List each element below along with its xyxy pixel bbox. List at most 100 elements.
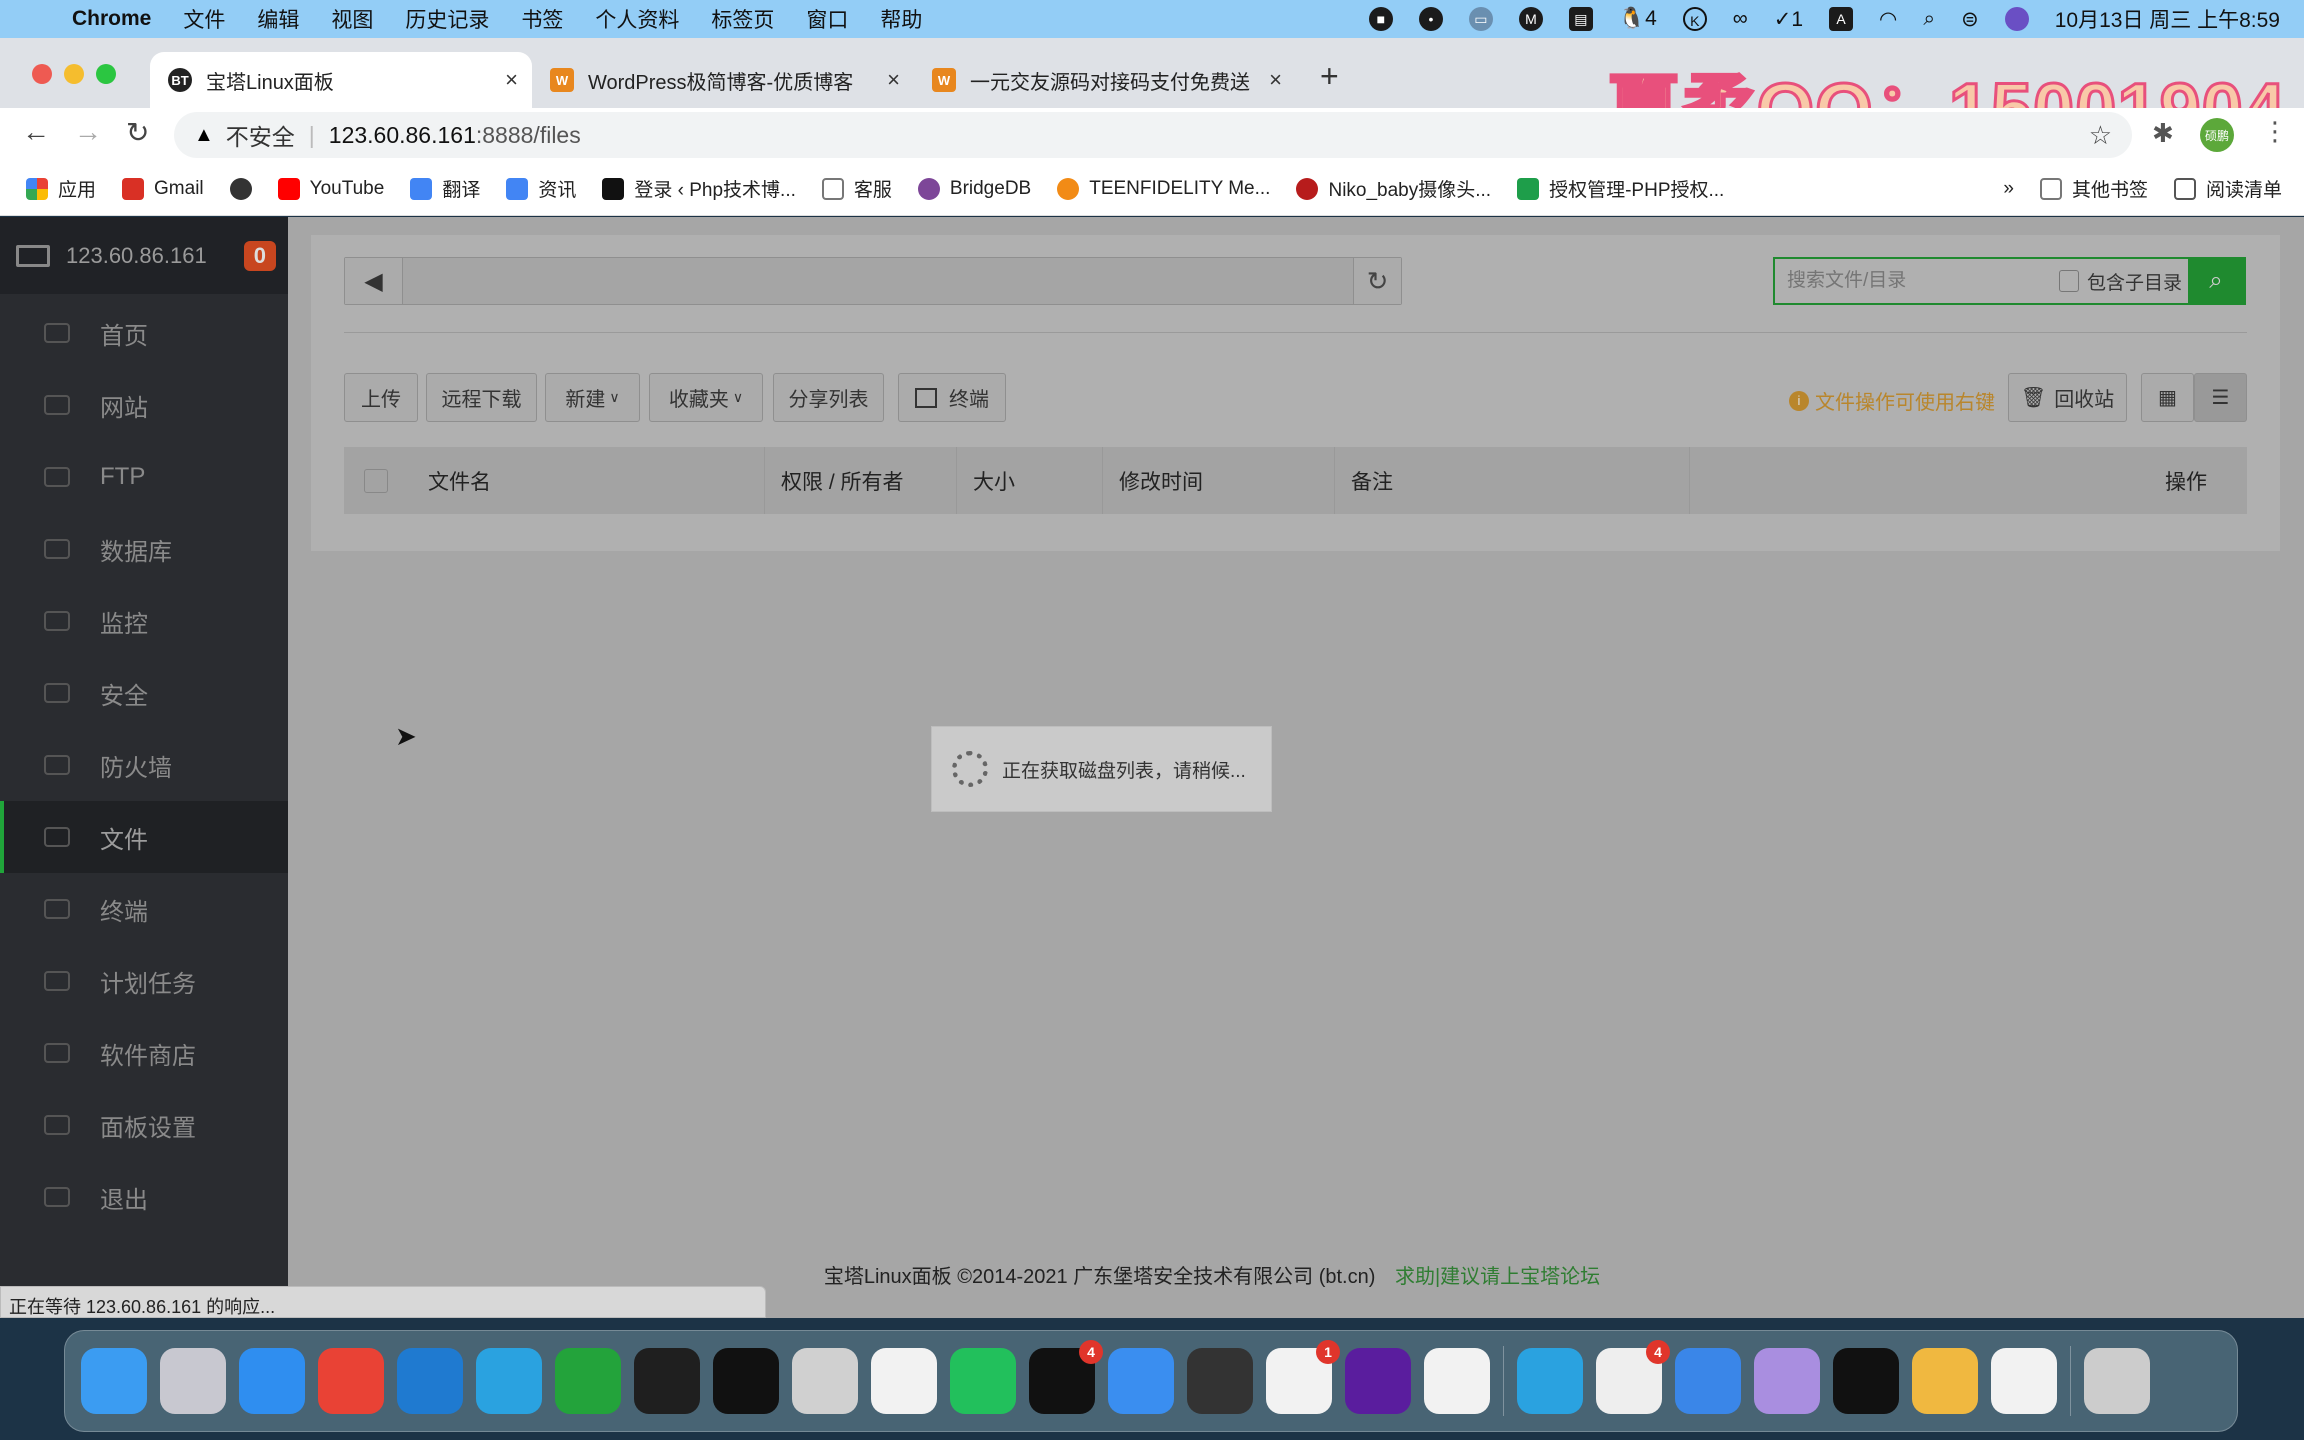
close-tab-icon[interactable]: × [505, 67, 518, 93]
safari-icon[interactable] [239, 1348, 305, 1414]
record-icon[interactable]: ■ [1368, 7, 1393, 31]
share-list-button[interactable]: 分享列表 [773, 373, 884, 422]
warning-icon[interactable]: ▲ [194, 124, 214, 147]
todo-status[interactable]: ✓1 [1774, 7, 1803, 32]
address-bar[interactable]: ▲ 不安全 | 123.60.86.161:8888/files ☆ [174, 112, 2132, 158]
qq-status[interactable]: 🐧4 [1619, 7, 1657, 31]
back-icon[interactable]: ← [22, 116, 50, 148]
device-icon[interactable]: ▤ [1568, 7, 1593, 31]
menu-tabs[interactable]: 标签页 [711, 4, 774, 34]
menu-history[interactable]: 历史记录 [405, 4, 489, 34]
menu-profile[interactable]: 个人资料 [595, 4, 679, 34]
upload-button[interactable]: 上传 [344, 373, 418, 422]
bookmark-translate[interactable]: 翻译 [410, 175, 480, 202]
refresh-icon[interactable]: ↻ [1353, 258, 1401, 304]
grid-view-button[interactable]: ▦ [2141, 373, 2194, 422]
trash-icon[interactable] [2084, 1348, 2150, 1414]
sidebar-item-3[interactable]: 数据库 [0, 513, 288, 585]
sidebar-item-9[interactable]: 计划任务 [0, 945, 288, 1017]
pycharm-icon[interactable] [634, 1348, 700, 1414]
bookmark-support[interactable]: 客服 [821, 175, 892, 202]
search-input[interactable] [1787, 270, 2047, 292]
minimize-window-button[interactable] [64, 64, 84, 84]
menu-window[interactable]: 窗口 [806, 4, 848, 34]
sidebar-item-12[interactable]: 退出 [0, 1161, 288, 1233]
podcast-icon[interactable] [1345, 1348, 1411, 1414]
a-app-icon[interactable] [476, 1348, 542, 1414]
sidebar-item-10[interactable]: 软件商店 [0, 1017, 288, 1089]
textedit-icon[interactable] [1991, 1348, 2057, 1414]
b-app-icon[interactable] [1754, 1348, 1820, 1414]
k-app-icon[interactable] [1675, 1348, 1741, 1414]
more-bookmarks-button[interactable]: » [2003, 178, 2014, 200]
input-method-icon[interactable]: A [1829, 7, 1854, 31]
chrome-icon[interactable] [318, 1348, 384, 1414]
close-window-button[interactable] [32, 64, 52, 84]
baidu-netdisk-icon[interactable] [871, 1348, 937, 1414]
screen-icon[interactable]: ▭ [1468, 7, 1493, 31]
favorites-button[interactable]: 收藏夹 ∨ [649, 373, 763, 422]
bookmark-news[interactable]: 资讯 [506, 175, 576, 202]
back-arrow-icon[interactable]: ◀ [345, 258, 403, 304]
wifi-icon[interactable]: ◠ [1879, 7, 1897, 32]
maximize-window-button[interactable] [96, 64, 116, 84]
messages-icon[interactable] [792, 1348, 858, 1414]
close-tab-icon[interactable]: × [1269, 67, 1282, 93]
other-bookmarks[interactable]: 其他书签 [2039, 175, 2148, 202]
bookmark-niko-baby[interactable]: Niko_baby摄像头... [1296, 175, 1491, 202]
menu-app-name[interactable]: Chrome [72, 7, 151, 31]
security-label[interactable]: 不安全 [226, 118, 295, 152]
bookmark-youtube[interactable]: YouTube [277, 177, 384, 200]
bookmark-gmail[interactable]: Gmail [122, 177, 204, 200]
bookmark-globe[interactable] [229, 177, 252, 200]
sidebar-item-4[interactable]: 监控 [0, 585, 288, 657]
menu-view[interactable]: 视图 [331, 4, 373, 34]
column-modified[interactable]: 修改时间 [1102, 447, 1203, 514]
sidebar-item-5[interactable]: 安全 [0, 657, 288, 729]
remote-download-button[interactable]: 远程下载 [426, 373, 537, 422]
new-button[interactable]: 新建 ∨ [545, 373, 640, 422]
extensions-icon[interactable]: ✱ [2152, 118, 2174, 149]
close-tab-icon[interactable]: × [887, 67, 900, 93]
sidebar-item-0[interactable]: 首页 [0, 297, 288, 369]
siri-icon[interactable] [2004, 7, 2029, 31]
feishu-icon[interactable] [1108, 1348, 1174, 1414]
column-permissions[interactable]: 权限 / 所有者 [764, 447, 904, 514]
control-center-icon[interactable]: ⊜ [1961, 7, 1979, 32]
column-filename[interactable]: 文件名 [412, 447, 491, 514]
menu-edit[interactable]: 编辑 [257, 4, 299, 34]
list-view-button[interactable]: ☰ [2194, 373, 2247, 422]
recycle-bin-button[interactable]: 🗑 回收站 [2008, 373, 2127, 422]
video-player-icon[interactable] [1517, 1348, 1583, 1414]
new-tab-button[interactable]: + [1320, 58, 1339, 95]
launchpad-icon[interactable] [160, 1348, 226, 1414]
terminal-button[interactable]: 终端 [898, 373, 1006, 422]
wechat-icon[interactable]: • [1418, 7, 1443, 31]
archive-icon[interactable] [1912, 1348, 1978, 1414]
menu-bookmarks[interactable]: 书签 [521, 4, 563, 34]
m-icon[interactable]: M [1518, 7, 1543, 31]
m-mail-icon[interactable]: 4 [1596, 1340, 1670, 1414]
select-all-checkbox[interactable] [364, 469, 388, 493]
profile-avatar[interactable]: 硕鹏 [2200, 118, 2234, 152]
h-app-icon[interactable] [555, 1348, 621, 1414]
tab-wordpress[interactable]: W WordPress极简博客-优质博客 × [532, 52, 914, 108]
forum-link[interactable]: 求助|建议请上宝塔论坛 [1395, 1266, 1600, 1288]
sidebar-item-6[interactable]: 防火墙 [0, 729, 288, 801]
sidebar-item-1[interactable]: 网站 [0, 369, 288, 441]
include-subdir-checkbox[interactable] [2059, 270, 2079, 292]
wechat-icon[interactable] [950, 1348, 1016, 1414]
finder-icon[interactable] [81, 1348, 147, 1414]
menu-help[interactable]: 帮助 [880, 4, 922, 34]
path-bar[interactable]: ◀ ↻ [344, 257, 1402, 305]
clion-icon[interactable] [713, 1348, 779, 1414]
bookmark-bridgedb[interactable]: BridgeDB [917, 177, 1031, 200]
message-badge[interactable]: 0 [243, 240, 276, 271]
bookmark-php-blog[interactable]: 登录 ‹ Php技术博... [602, 175, 796, 202]
g-app-icon[interactable] [1424, 1348, 1490, 1414]
reload-icon[interactable]: ↻ [126, 116, 149, 149]
bookmark-star-icon[interactable]: ☆ [2089, 120, 2112, 151]
search-button[interactable]: ⌕ [2188, 258, 2244, 304]
bookmark-teenfidelity[interactable]: TEENFIDELITY Me... [1057, 177, 1270, 200]
spotlight-icon[interactable]: ⌕ [1923, 7, 1935, 31]
